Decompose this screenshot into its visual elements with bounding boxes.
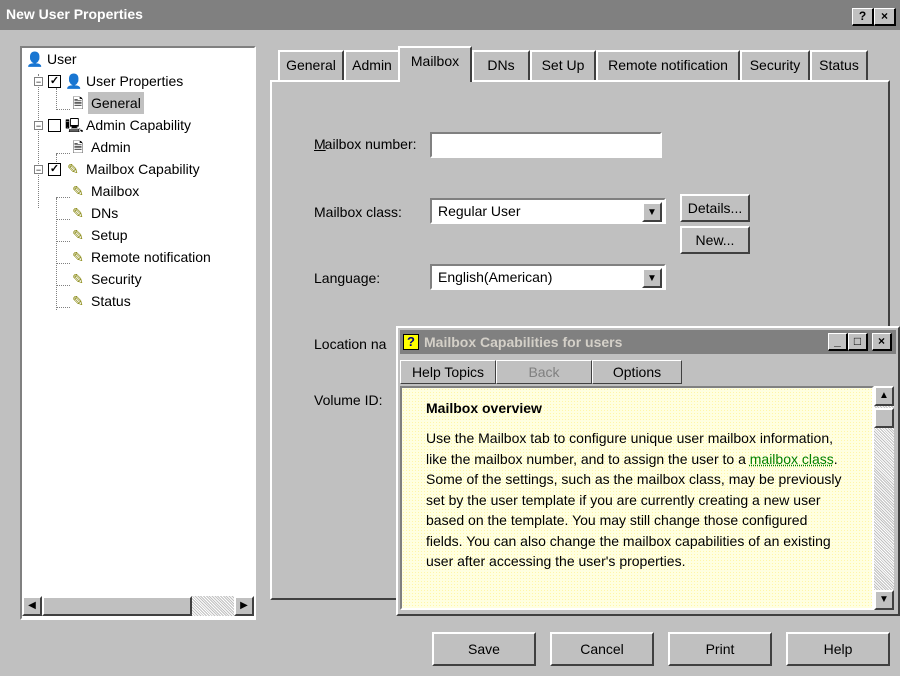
help-text-part: . Some of the settings, such as the mail… xyxy=(426,450,842,570)
pencil-icon: ✎ xyxy=(72,271,84,287)
help-window[interactable]: ? Mailbox Capabilities for users _ □ × H… xyxy=(396,326,900,616)
user-properties-checkbox[interactable]: ✓ xyxy=(48,75,61,88)
tree-item-user-properties[interactable]: − ✓ 👤 User Properties xyxy=(34,70,244,92)
tab-security[interactable]: Security xyxy=(740,50,810,80)
close-button[interactable]: × xyxy=(872,333,892,351)
scroll-right-icon[interactable]: ▶ xyxy=(234,596,254,616)
help-vertical-scrollbar[interactable]: ▲ ▼ xyxy=(874,386,894,610)
pencil-icon: ✎ xyxy=(72,293,84,309)
scroll-down-icon[interactable]: ▼ xyxy=(874,590,894,610)
tree-item-label: Security xyxy=(91,271,142,287)
document-icon: 🗎 xyxy=(72,139,84,155)
pencil-icon: ✎ xyxy=(72,183,84,199)
mailbox-class-link[interactable]: mailbox class xyxy=(750,451,834,467)
help-window-title-bar: ? Mailbox Capabilities for users _ □ × xyxy=(400,330,896,354)
pencil-icon: ✎ xyxy=(72,205,84,221)
context-help-button[interactable]: ? xyxy=(852,8,874,26)
tree-item-label: Mailbox xyxy=(91,183,140,199)
pencil-icon: ✎ xyxy=(72,249,84,265)
tree-item-label: Admin xyxy=(91,139,131,155)
collapse-icon[interactable]: − xyxy=(34,121,43,131)
tab-dns[interactable]: DNs xyxy=(472,50,530,80)
scroll-up-icon[interactable]: ▲ xyxy=(874,386,894,406)
tree-item-mailbox-capability[interactable]: − ✓ ✎ Mailbox Capability xyxy=(34,158,244,180)
label-text: ailbox number: xyxy=(324,136,417,152)
scroll-left-icon[interactable]: ◀ xyxy=(22,596,42,616)
help-heading: Mailbox overview xyxy=(426,400,542,416)
tab-remote-notification[interactable]: Remote notification xyxy=(596,50,740,80)
language-select[interactable]: English(American) ▼ xyxy=(430,264,666,290)
collapse-icon[interactable]: − xyxy=(34,77,43,87)
location-name-label: Location na xyxy=(314,336,387,352)
tree-item-label: General xyxy=(88,92,144,114)
select-value: Regular User xyxy=(438,203,521,219)
tab-set-up[interactable]: Set Up xyxy=(530,50,596,80)
admin-capability-checkbox[interactable] xyxy=(48,119,61,132)
tree-item-label: Mailbox Capability xyxy=(86,161,200,177)
close-button[interactable]: × xyxy=(874,8,896,26)
help-content: Mailbox overview Use the Mailbox tab to … xyxy=(400,386,874,610)
cancel-button[interactable]: Cancel xyxy=(550,632,654,666)
minimize-button[interactable]: _ xyxy=(828,333,848,351)
window-title-bar: New User Properties ? × xyxy=(0,0,900,30)
tab-mailbox[interactable]: Mailbox xyxy=(398,46,472,82)
collapse-icon[interactable]: − xyxy=(34,165,43,175)
computer-icon: 🖳 xyxy=(65,117,84,133)
print-button[interactable]: Print xyxy=(668,632,772,666)
mailbox-class-label: Mailbox class: xyxy=(314,204,402,220)
maximize-button[interactable]: □ xyxy=(848,333,868,351)
tree-item-label: User xyxy=(47,51,77,67)
tree-item-label: Status xyxy=(91,293,131,309)
tree-item-label: Admin Capability xyxy=(86,117,192,133)
help-window-title: Mailbox Capabilities for users xyxy=(424,334,623,350)
help-button[interactable]: Help xyxy=(786,632,890,666)
chevron-down-icon[interactable]: ▼ xyxy=(642,268,662,288)
language-label: Language: xyxy=(314,270,381,286)
options-button[interactable]: Options xyxy=(592,360,682,384)
save-button[interactable]: Save xyxy=(432,632,536,666)
help-paragraph: Use the Mailbox tab to configure unique … xyxy=(426,428,846,572)
pencil-icon: ✎ xyxy=(67,161,79,177)
tree-item-label: DNs xyxy=(91,205,119,221)
select-value: English(American) xyxy=(438,269,553,285)
help-topics-button[interactable]: Help Topics xyxy=(400,360,496,384)
user-tree-view[interactable]: 👤 User − ✓ 👤 User Properties 🗎 General −… xyxy=(20,46,256,620)
scroll-thumb[interactable] xyxy=(42,596,192,616)
mailbox-class-select[interactable]: Regular User ▼ xyxy=(430,198,666,224)
mailbox-capability-checkbox[interactable]: ✓ xyxy=(48,163,61,176)
mailbox-number-input[interactable] xyxy=(430,132,662,158)
tab-general[interactable]: General xyxy=(278,50,344,80)
new-button[interactable]: New... xyxy=(680,226,750,254)
tree-item-label: Remote notification xyxy=(91,249,211,265)
back-button[interactable]: Back xyxy=(496,360,592,384)
tree-item-label: User Properties xyxy=(86,73,184,89)
tree-horizontal-scrollbar[interactable]: ◀ ▶ xyxy=(22,596,254,616)
tree-item-label: Setup xyxy=(91,227,128,243)
scroll-thumb[interactable] xyxy=(874,408,894,428)
document-icon: 🗎 xyxy=(72,95,84,111)
tree-item-admin-capability[interactable]: − 🖳 Admin Capability xyxy=(34,114,244,136)
chevron-down-icon[interactable]: ▼ xyxy=(642,202,662,222)
tab-admin[interactable]: Admin xyxy=(344,50,400,80)
pencil-icon: ✎ xyxy=(72,227,84,243)
help-toolbar: Help Topics Back Options xyxy=(400,358,896,384)
user-icon: 👤 xyxy=(65,73,83,89)
user-icon: 👤 xyxy=(26,51,44,67)
window-title: New User Properties xyxy=(6,6,143,22)
help-book-icon: ? xyxy=(403,334,419,350)
volume-id-label: Volume ID: xyxy=(314,392,383,408)
details-button[interactable]: Details... xyxy=(680,194,750,222)
tab-status[interactable]: Status xyxy=(810,50,868,80)
mailbox-number-label: Mailbox number: xyxy=(314,136,417,152)
